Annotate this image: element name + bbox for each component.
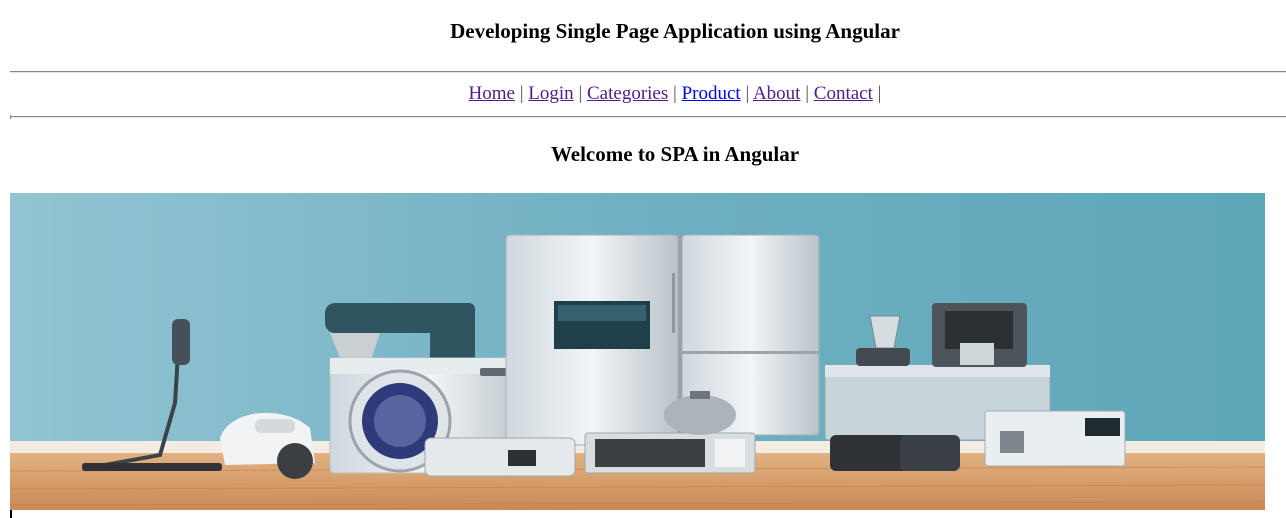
nav-separator: |: [673, 83, 677, 104]
microwave-icon: [584, 432, 756, 474]
coffee-maker-icon: [932, 303, 1027, 367]
page-title: Developing Single Page Application using…: [450, 19, 900, 43]
nav-separator: |: [745, 83, 750, 104]
nav-separator: |: [578, 83, 583, 104]
nav-separator: |: [877, 83, 882, 104]
top-divider: [10, 71, 1286, 73]
nav-link-contact[interactable]: Contact: [814, 83, 873, 104]
main-navigation: Home | Login | Categories | Product | Ab…: [0, 83, 1286, 105]
nav-link-about[interactable]: About: [753, 83, 801, 104]
divider-cap: [10, 115, 11, 119]
nav-link-login[interactable]: Login: [528, 83, 573, 104]
nav-separator: |: [805, 83, 810, 104]
espresso-machine-icon: [984, 410, 1126, 467]
food-processor-icon: [424, 437, 576, 477]
bottom-divider: [10, 116, 1286, 118]
nav-link-product[interactable]: Product: [682, 83, 741, 104]
nav-link-categories[interactable]: Categories: [587, 83, 668, 104]
refrigerator-icon: [505, 234, 820, 446]
hero-image: [10, 193, 1265, 510]
toaster-icon: [830, 435, 960, 471]
welcome-heading: Welcome to SPA in Angular: [550, 142, 800, 166]
nav-separator: |: [519, 83, 524, 104]
nav-link-home[interactable]: Home: [469, 83, 515, 104]
text-cursor: [10, 510, 12, 518]
